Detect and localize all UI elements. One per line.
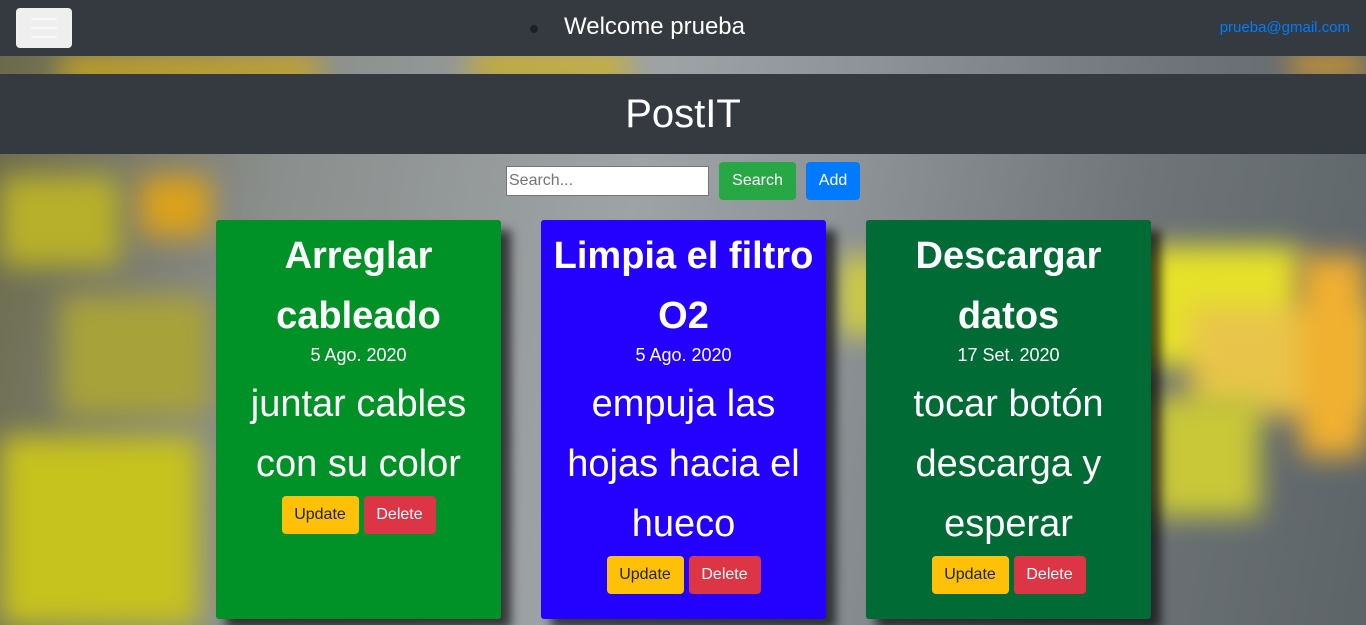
note-body: empuja las hojas hacia el hueco	[567, 383, 800, 545]
search-button[interactable]: Search	[719, 162, 796, 200]
note-card: Descargar datos 17 Set. 2020 tocar botón…	[866, 220, 1151, 619]
add-button[interactable]: Add	[806, 162, 860, 200]
welcome-text: Welcome prueba	[564, 13, 745, 40]
note-card: Arreglar cableado 5 Ago. 2020 juntar cab…	[216, 220, 501, 619]
delete-button[interactable]: Delete	[1013, 556, 1086, 594]
delete-button[interactable]: Delete	[688, 556, 761, 594]
note-body: juntar cables con su color	[250, 383, 467, 485]
bullet-icon	[530, 25, 538, 33]
hamburger-icon-line	[31, 36, 57, 38]
search-input[interactable]	[506, 166, 709, 196]
user-email-link[interactable]: prueba@gmail.com	[1220, 19, 1350, 36]
search-bar: Search Add	[0, 162, 1366, 200]
note-actions: Update Delete	[866, 556, 1151, 594]
top-navbar: Welcome prueba prueba@gmail.com	[0, 0, 1366, 56]
note-title: Descargar datos	[915, 235, 1102, 337]
note-title: Arreglar cableado	[276, 235, 441, 337]
update-button[interactable]: Update	[281, 496, 359, 534]
note-title: Limpia el filtro O2	[553, 235, 814, 337]
brand-header: PostIT	[0, 74, 1366, 154]
note-actions: Update Delete	[216, 496, 501, 534]
note-date: 17 Set. 2020	[957, 345, 1060, 365]
menu-toggle-button[interactable]	[16, 8, 72, 48]
update-button[interactable]: Update	[931, 556, 1009, 594]
note-date: 5 Ago. 2020	[310, 345, 407, 365]
note-actions: Update Delete	[541, 556, 826, 594]
note-card: Limpia el filtro O2 5 Ago. 2020 empuja l…	[541, 220, 826, 619]
page-title: PostIT	[625, 91, 741, 136]
hamburger-icon-line	[31, 27, 57, 29]
update-button[interactable]: Update	[606, 556, 684, 594]
note-date: 5 Ago. 2020	[635, 345, 732, 365]
note-body: tocar botón descarga y esperar	[913, 383, 1104, 545]
delete-button[interactable]: Delete	[363, 496, 436, 534]
hamburger-icon	[31, 18, 57, 20]
